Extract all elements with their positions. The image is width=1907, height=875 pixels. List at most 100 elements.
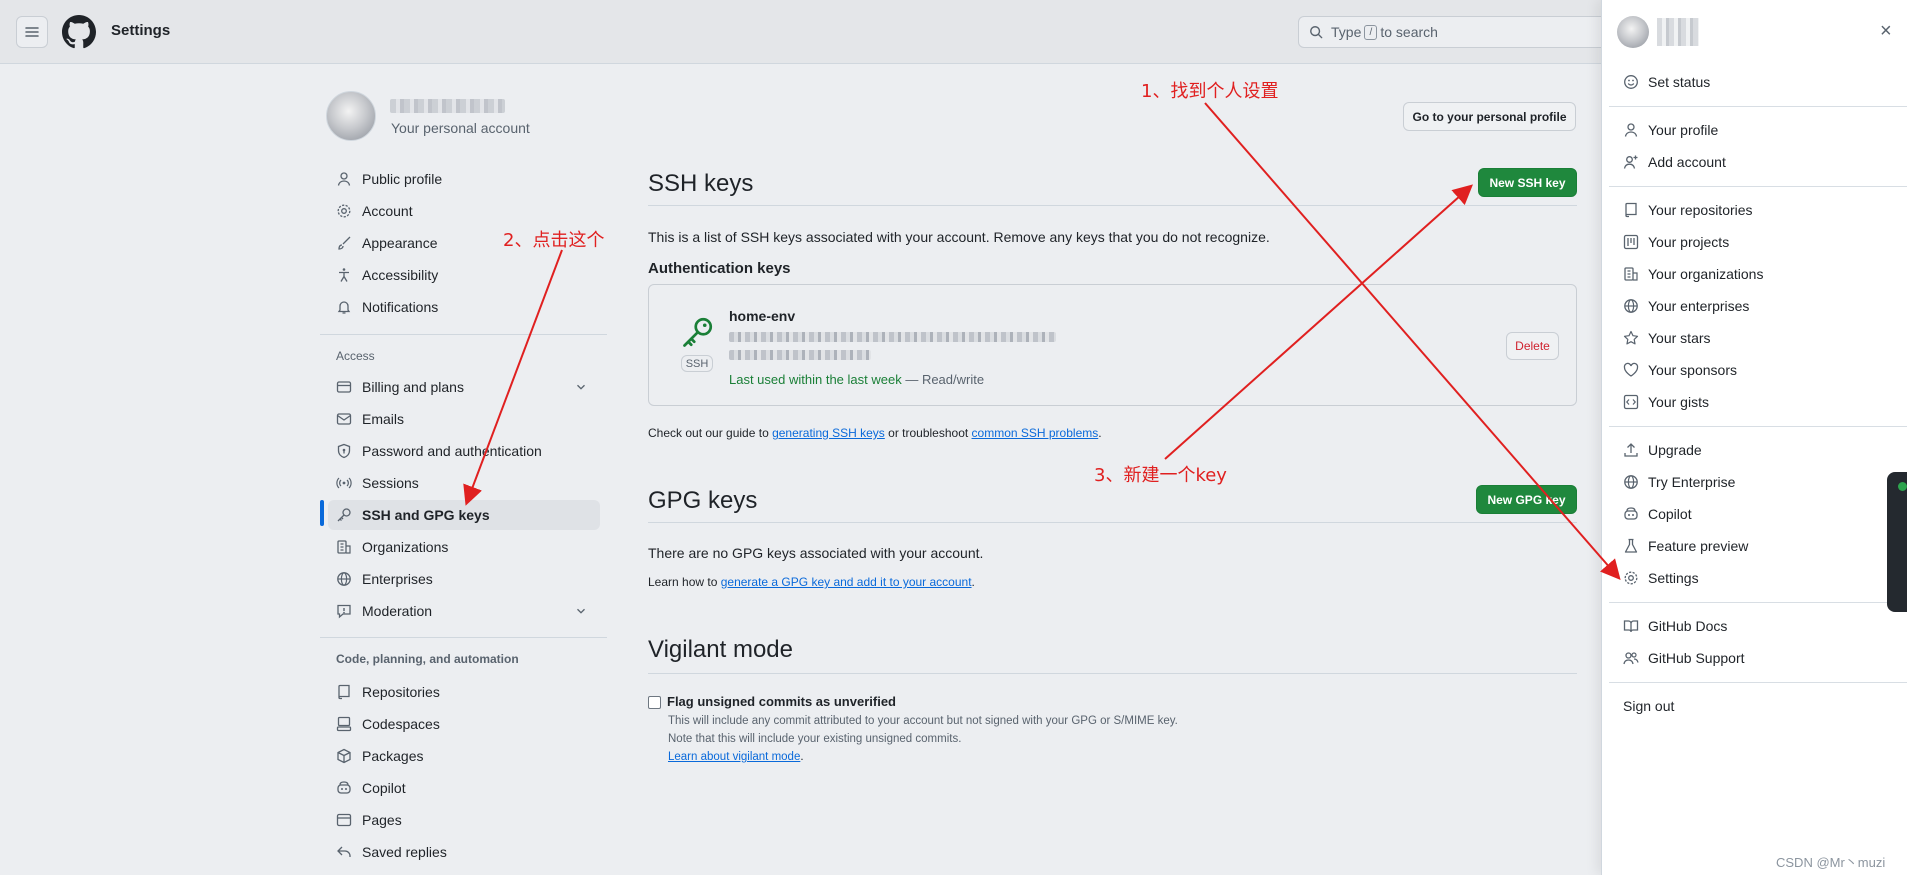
globe-icon — [336, 571, 352, 587]
sidebar-item-public-profile[interactable]: Public profile — [328, 164, 600, 194]
sidebar-divider — [320, 334, 607, 335]
watermark: CSDN @Mr丶muzi — [1776, 855, 1886, 870]
drawer-item-your-stars[interactable]: Your stars — [1623, 324, 1711, 352]
sidebar-item-ssh-gpg-keys[interactable]: SSH and GPG keys — [328, 500, 600, 530]
sidebar-item-moderation[interactable]: Moderation — [328, 596, 600, 626]
sidebar-item-organizations[interactable]: Organizations — [328, 532, 600, 562]
gear-icon — [336, 203, 352, 219]
new-ssh-key-button[interactable]: New SSH key — [1478, 168, 1577, 197]
drawer-item-upgrade[interactable]: Upgrade — [1623, 436, 1702, 464]
drawer-item-github-docs[interactable]: GitHub Docs — [1623, 612, 1727, 640]
section-divider — [648, 522, 1577, 523]
drawer-item-settings[interactable]: Settings — [1623, 564, 1699, 592]
sidebar-item-label: Account — [362, 203, 413, 219]
sidebar-item-pages[interactable]: Pages — [328, 805, 600, 835]
search-suffix: to search — [1380, 24, 1438, 40]
drawer-item-your-gists[interactable]: Your gists — [1623, 388, 1709, 416]
guide-middle: or troubleshoot — [884, 426, 972, 440]
key-fingerprint-redacted — [729, 332, 1056, 342]
search-icon — [1310, 26, 1323, 39]
reply-icon — [336, 844, 352, 860]
credit-card-icon — [336, 379, 352, 395]
sidebar-item-repositories[interactable]: Repositories — [328, 677, 600, 707]
chevron-down-icon[interactable] — [574, 380, 588, 394]
drawer-item-label: Set status — [1648, 74, 1711, 90]
guide-suffix: . — [1098, 426, 1102, 440]
search-input[interactable]: Type / to search — [1298, 16, 1618, 48]
sidebar-item-packages[interactable]: Packages — [328, 741, 600, 771]
vigilant-checkbox-label[interactable]: Flag unsigned commits as unverified — [667, 694, 896, 709]
avatar — [1617, 16, 1649, 48]
drawer-item-your-projects[interactable]: Your projects — [1623, 228, 1729, 256]
floating-widget[interactable] — [1887, 472, 1907, 612]
flag-unsigned-checkbox[interactable] — [648, 696, 661, 709]
drawer-item-label: Add account — [1648, 154, 1726, 170]
sidebar-item-emails[interactable]: Emails — [328, 404, 600, 434]
package-icon — [336, 748, 352, 764]
drawer-item-your-sponsors[interactable]: Your sponsors — [1623, 356, 1737, 384]
learn-prefix: Learn how to — [648, 575, 721, 589]
sidebar-item-label: Sessions — [362, 475, 419, 491]
drawer-divider — [1609, 602, 1907, 603]
drawer-item-your-profile[interactable]: Your profile — [1623, 116, 1718, 144]
hamburger-icon — [25, 27, 39, 37]
close-icon[interactable]: × — [1880, 20, 1892, 43]
drawer-item-label: Your projects — [1648, 234, 1730, 250]
drawer-item-feature-preview[interactable]: Feature preview — [1623, 532, 1748, 560]
drawer-item-copilot[interactable]: Copilot — [1623, 500, 1692, 528]
organization-icon — [336, 539, 352, 555]
person-add-icon — [1623, 154, 1639, 170]
shield-lock-icon — [336, 443, 352, 459]
gpg-keys-heading: GPG keys — [648, 487, 758, 514]
ssh-key-last-used: Last used within the last week — [729, 372, 902, 387]
drawer-item-your-repositories[interactable]: Your repositories — [1623, 196, 1753, 224]
drawer-item-add-account[interactable]: Add account — [1623, 148, 1726, 176]
go-to-profile-button[interactable]: Go to your personal profile — [1403, 102, 1576, 131]
accessibility-icon — [336, 267, 352, 283]
delete-key-button[interactable]: Delete — [1506, 332, 1559, 360]
section-divider — [648, 205, 1577, 206]
sidebar-divider — [320, 637, 607, 638]
sidebar-section-access: Access — [336, 349, 375, 363]
sidebar-item-account[interactable]: Account — [328, 196, 600, 226]
learn-vigilant-mode-link[interactable]: Learn about vigilant mode — [668, 751, 800, 763]
ssh-key-card — [648, 284, 1577, 406]
sidebar-item-sessions[interactable]: Sessions — [328, 468, 600, 498]
sidebar-item-label: Moderation — [362, 603, 433, 619]
drawer-item-your-enterprises[interactable]: Your enterprises — [1623, 292, 1749, 320]
drawer-item-your-organizations[interactable]: Your organizations — [1623, 260, 1763, 288]
sidebar-item-notifications[interactable]: Notifications — [328, 292, 600, 322]
github-logo-icon[interactable] — [62, 15, 96, 49]
drawer-item-label: Your organizations — [1648, 266, 1764, 282]
gpg-learn-text: Learn how to generate a GPG key and add … — [648, 575, 975, 589]
sidebar-item-saved-replies[interactable]: Saved replies — [328, 837, 600, 867]
code-square-icon — [1623, 394, 1639, 410]
menu-button[interactable] — [16, 16, 48, 48]
generate-gpg-key-link[interactable]: generate a GPG key and add it to your ac… — [721, 575, 972, 589]
drawer-item-try-enterprise[interactable]: Try Enterprise — [1623, 468, 1735, 496]
common-ssh-problems-link[interactable]: common SSH problems — [972, 426, 1099, 440]
heart-icon — [1623, 362, 1639, 378]
drawer-item-github-support[interactable]: GitHub Support — [1623, 644, 1745, 672]
drawer-divider — [1609, 682, 1907, 683]
sidebar-item-codespaces[interactable]: Codespaces — [328, 709, 600, 739]
search-prefix: Type — [1331, 24, 1362, 40]
gear-icon — [1623, 570, 1639, 586]
new-gpg-key-button[interactable]: New GPG key — [1476, 485, 1577, 514]
drawer-item-label: Your sponsors — [1648, 362, 1737, 378]
no-gpg-keys-text: There are no GPG keys associated with yo… — [648, 545, 984, 561]
sidebar-item-copilot[interactable]: Copilot — [328, 773, 600, 803]
chevron-down-icon[interactable] — [574, 604, 588, 618]
copilot-icon — [336, 780, 352, 796]
smiley-icon — [1623, 74, 1639, 90]
sidebar-item-billing[interactable]: Billing and plans — [328, 372, 600, 402]
sidebar-item-accessibility[interactable]: Accessibility — [328, 260, 600, 290]
sidebar-item-password[interactable]: Password and authentication — [328, 436, 600, 466]
sidebar-item-enterprises[interactable]: Enterprises — [328, 564, 600, 594]
drawer-item-sign-out[interactable]: Sign out — [1623, 692, 1674, 720]
status-dot-icon — [1898, 482, 1907, 491]
key-date-redacted — [729, 350, 871, 360]
generating-ssh-keys-link[interactable]: generating SSH keys — [772, 426, 885, 440]
sidebar-item-label: Copilot — [362, 780, 406, 796]
drawer-item-set-status[interactable]: Set status — [1623, 68, 1710, 96]
